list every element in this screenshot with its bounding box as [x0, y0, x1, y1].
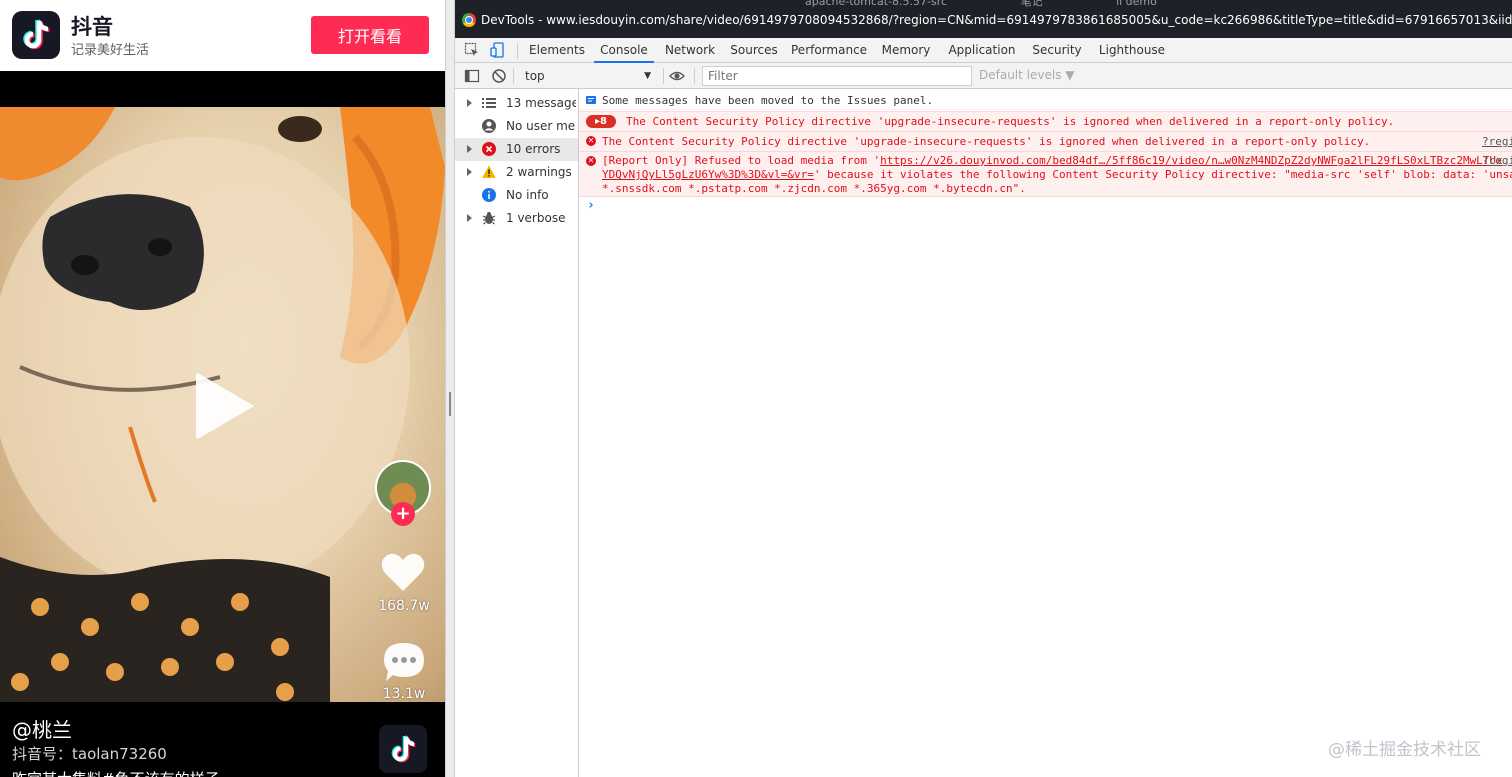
expand-arrow-icon[interactable]: [467, 145, 472, 153]
douyin-logo-icon: [12, 11, 60, 59]
console-sidebar: 13 messages No user me... 10 errors 2 wa…: [455, 89, 579, 777]
console-message-error[interactable]: ▸8 The Content Security Policy directive…: [579, 111, 1512, 131]
sidebar-item-label: 10 errors: [506, 142, 561, 156]
message-source-link[interactable]: ?regi: [1482, 135, 1512, 148]
repeat-count: 8: [600, 116, 607, 127]
expand-arrow-icon[interactable]: [467, 214, 472, 222]
toolbar-separator: [513, 68, 514, 84]
media-url-link-continued[interactable]: YDQvNjQyLl5gLzU6Yw%3D%3D&vl=&vr=: [602, 168, 814, 181]
app-name: 抖音: [71, 15, 113, 39]
sidebar-item-label: 2 warnings: [506, 165, 572, 179]
app-slogan: 记录美好生活: [71, 43, 150, 58]
tab-network[interactable]: Network: [660, 38, 720, 63]
douyin-mobile-page: 抖音 记录美好生活 打开看看 + 168.7w 13.1w @桃兰 抖音号：ta…: [0, 0, 445, 777]
console-filter-input[interactable]: [702, 66, 972, 86]
media-url-link[interactable]: https://v26.douyinvod.com/bed84df…/5ff86…: [880, 154, 1503, 167]
comment-count: 13.1w: [382, 686, 426, 702]
window-title: DevTools - www.iesdouyin.com/share/video…: [481, 13, 1512, 27]
message-source-link[interactable]: ?regi: [1482, 154, 1512, 167]
message-text: [Report Only] Refused to load media from…: [602, 154, 881, 167]
sidebar-item-label: No info: [506, 188, 549, 202]
bug-icon: [482, 212, 496, 225]
tab-security[interactable]: Security: [1027, 38, 1087, 63]
console-message-info: Some messages have been moved to the Iss…: [579, 92, 1512, 110]
console-message-error[interactable]: ✕ The Content Security Policy directive …: [579, 131, 1512, 151]
sidebar-item-warnings[interactable]: 2 warnings: [455, 161, 578, 184]
music-disc-icon[interactable]: [379, 725, 427, 773]
devtools-window: apache-tomcat-8.5.57-src 笔记 ii demo DevT…: [455, 0, 1512, 777]
play-icon[interactable]: [196, 372, 254, 440]
chrome-icon: [462, 13, 476, 27]
author-username[interactable]: @桃兰: [12, 714, 72, 743]
sidebar-item-label: No user me...: [506, 119, 576, 133]
expand-arrow-icon[interactable]: [467, 168, 472, 176]
message-text: The Content Security Policy directive 'u…: [602, 135, 1371, 148]
context-selector[interactable]: top ▼: [519, 67, 655, 85]
tab-memory[interactable]: Memory: [876, 38, 936, 63]
clear-console-icon[interactable]: [491, 68, 507, 84]
sidebar-item-info[interactable]: No info: [455, 184, 578, 207]
user-icon: [482, 119, 496, 133]
sidebar-item-user-messages[interactable]: No user me...: [455, 115, 578, 138]
sidebar-item-label: 1 verbose: [506, 211, 566, 225]
tab-performance[interactable]: Performance: [791, 38, 867, 63]
tab-sources[interactable]: Sources: [725, 38, 783, 63]
error-icon: ✕: [586, 156, 596, 166]
tab-application[interactable]: Application: [944, 38, 1020, 63]
bookmark-item[interactable]: apache-tomcat-8.5.57-src: [805, 0, 947, 8]
issues-flag-icon: [586, 96, 596, 104]
bookmark-item[interactable]: 笔记: [1021, 0, 1043, 8]
devtools-titlebar: apache-tomcat-8.5.57-src 笔记 ii demo DevT…: [455, 0, 1512, 38]
resize-grip-icon[interactable]: [449, 392, 451, 416]
console-prompt-icon[interactable]: ›: [587, 198, 595, 213]
tab-lighthouse[interactable]: Lighthouse: [1097, 38, 1167, 63]
expand-arrow-icon[interactable]: [467, 99, 472, 107]
live-expression-eye-icon[interactable]: [669, 68, 685, 84]
douyin-header: 抖音 记录美好生活 打开看看: [0, 0, 445, 71]
sidebar-item-verbose[interactable]: 1 verbose: [455, 207, 578, 230]
console-output[interactable]: Some messages have been moved to the Iss…: [579, 89, 1512, 777]
message-text: *.snssdk.com *.pstatp.com *.zjcdn.com *.…: [602, 182, 1026, 195]
console-message-error[interactable]: ✕ [Report Only] Refused to load media fr…: [579, 151, 1512, 197]
message-text: ' because it violates the following Cont…: [813, 168, 1512, 181]
warning-icon: [482, 165, 496, 178]
toolbar-separator: [694, 68, 695, 84]
bookmark-item[interactable]: ii demo: [1116, 0, 1157, 8]
devtools-tab-bar: Elements Console Network Sources Perform…: [455, 38, 1512, 63]
toolbar-separator: [663, 68, 664, 84]
video-description: 昨宫某大集料#鱼不该有的样子: [12, 768, 220, 777]
tab-elements[interactable]: Elements: [527, 38, 587, 63]
error-icon: [482, 142, 496, 156]
inspect-element-icon[interactable]: [464, 42, 480, 58]
author-handle: 抖音号：taolan73260: [12, 745, 167, 763]
open-app-button[interactable]: 打开看看: [311, 16, 429, 54]
like-heart-icon[interactable]: [380, 551, 426, 593]
sidebar-item-messages[interactable]: 13 messages: [455, 92, 578, 115]
comment-icon[interactable]: [382, 641, 426, 683]
dropdown-arrow-icon: ▼: [644, 71, 651, 81]
message-text: The Content Security Policy directive 'u…: [626, 115, 1395, 128]
sidebar-toggle-icon[interactable]: [464, 68, 480, 84]
repeat-count-badge: ▸8: [586, 115, 616, 128]
message-text: Some messages have been moved to the Iss…: [602, 94, 934, 107]
sidebar-item-errors[interactable]: 10 errors: [455, 138, 578, 161]
info-icon: [482, 188, 496, 202]
panel-resize-divider[interactable]: [445, 0, 455, 777]
console-toolbar: top ▼ Default levels ▼: [455, 63, 1512, 89]
list-icon: [482, 98, 496, 108]
watermark-text: @稀土掘金技术社区: [1328, 740, 1481, 760]
tab-console[interactable]: Console: [594, 38, 654, 63]
device-toolbar-icon[interactable]: [490, 42, 506, 58]
log-levels-dropdown[interactable]: Default levels ▼: [979, 68, 1075, 82]
context-value: top: [525, 69, 545, 83]
sidebar-item-label: 13 messages: [506, 96, 576, 110]
follow-plus-icon[interactable]: +: [391, 502, 415, 526]
toolbar-separator: [517, 43, 518, 59]
like-count: 168.7w: [378, 598, 430, 614]
error-icon: ✕: [586, 136, 596, 146]
bookmark-bar-fragment: apache-tomcat-8.5.57-src 笔记 ii demo: [805, 0, 1227, 8]
